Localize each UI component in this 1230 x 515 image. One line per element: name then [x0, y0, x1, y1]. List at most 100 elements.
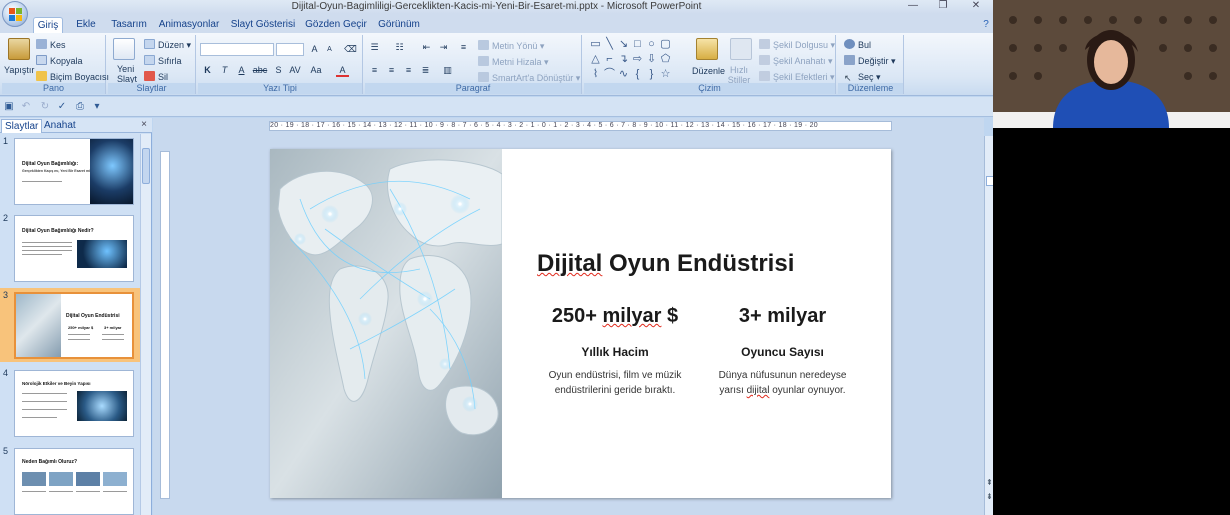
elbow-shape-icon[interactable]: ↴ — [617, 53, 630, 66]
italic-button[interactable]: T — [218, 64, 231, 77]
quick-styles-button[interactable]: Hızlı Stiller — [727, 65, 751, 85]
copy-button[interactable]: Kopyala — [36, 55, 83, 67]
slide-thumbnail-4[interactable]: 4 Nörolojik Etkiler ve Beyin Yapısı — [0, 366, 140, 440]
curve-shape-icon[interactable]: ⌇ — [589, 68, 602, 81]
redo-icon[interactable]: ↻ — [38, 100, 52, 114]
close-pane-icon[interactable]: × — [141, 119, 147, 130]
tab-ekle[interactable]: Ekle — [72, 17, 100, 33]
next-slide-icon[interactable]: ⇟ — [986, 492, 993, 501]
tab-outline[interactable]: Anahat — [41, 119, 79, 133]
text-direction-button[interactable]: Metin Yönü ▾ — [478, 40, 544, 52]
increase-indent-icon[interactable]: ⇥ — [437, 41, 450, 54]
arc-shape-icon[interactable]: ⌒ — [603, 68, 616, 81]
office-button[interactable] — [2, 1, 28, 27]
align-center-icon[interactable]: ≡ — [385, 64, 398, 77]
shape-effects-button[interactable]: Şekil Efektleri ▾ — [759, 71, 835, 83]
spelling-icon[interactable]: ✓ — [55, 100, 69, 114]
textbox-shape-icon[interactable]: ▭ — [589, 38, 602, 51]
stat-desc-annual-volume[interactable]: Oyun endüstrisi, film ve müzik endüstril… — [520, 368, 710, 398]
thumbnails-scrollbar[interactable] — [140, 134, 151, 515]
stat-desc-players[interactable]: Dünya nüfusunun neredeyse yarısı dijital… — [695, 368, 870, 398]
line-spacing-icon[interactable]: ≡ — [457, 41, 470, 54]
canvas-scrollbar[interactable]: ⇞ ⇟ — [984, 136, 993, 515]
change-case-button[interactable]: Aa — [308, 64, 324, 77]
world-map-image[interactable] — [270, 149, 502, 498]
pentagon-shape-icon[interactable]: ⬠ — [659, 53, 672, 66]
stat-number-players[interactable]: 3+ milyar — [710, 305, 855, 328]
tab-tasarim[interactable]: Tasarım — [108, 17, 150, 33]
customize-toolbar-icon[interactable]: ▾ — [90, 100, 104, 114]
arrow-line-shape-icon[interactable]: ↘ — [617, 38, 630, 51]
replace-button[interactable]: Değiştir ▾ — [844, 55, 896, 67]
slide-thumbnail-3[interactable]: 3 Dijital Oyun Endüstrisi 250+ milyar $ … — [0, 288, 140, 362]
tab-gorunum[interactable]: Görünüm — [376, 17, 422, 33]
minimize-button[interactable]: — — [898, 0, 928, 13]
brace-left-shape-icon[interactable]: { — [631, 68, 644, 81]
paste-button[interactable]: Yapıştır — [4, 64, 34, 76]
shape-outline-button[interactable]: Şekil Anahatı ▾ — [759, 55, 833, 67]
select-button[interactable]: ↖ Seç ▾ — [844, 71, 881, 83]
strikethrough-button[interactable]: abc — [252, 64, 268, 77]
tab-slayt-gosterisi[interactable]: Slayt Gösterisi — [230, 17, 296, 33]
connector-shape-icon[interactable]: ⌐ — [603, 53, 616, 66]
cut-button[interactable]: Kes — [36, 39, 66, 51]
tab-giris[interactable]: Giriş — [33, 17, 63, 33]
save-icon[interactable]: ▣ — [2, 100, 16, 114]
star-shape-icon[interactable]: ☆ — [659, 68, 672, 81]
scrollbar-thumb[interactable] — [986, 176, 993, 186]
font-family-combo[interactable] — [200, 43, 274, 56]
shadow-button[interactable]: S — [272, 64, 285, 77]
shrink-font-button[interactable]: A — [323, 43, 336, 56]
close-button[interactable]: ✕ — [961, 0, 991, 13]
find-button[interactable]: Bul — [844, 39, 871, 51]
print-preview-icon[interactable]: ⎙ — [73, 100, 87, 114]
rounded-rect-shape-icon[interactable]: ▢ — [659, 38, 672, 51]
slide-thumbnail-1[interactable]: 1 Dijital Oyun Bağımlılığı: Gerçeklikten… — [0, 134, 140, 208]
font-size-combo[interactable] — [276, 43, 304, 56]
stat-label-players[interactable]: Oyuncu Sayısı — [710, 345, 855, 359]
stat-label-annual-volume[interactable]: Yıllık Hacim — [535, 345, 695, 359]
format-painter-button[interactable]: Biçim Boyacısı — [36, 71, 109, 83]
bold-button[interactable]: K — [201, 64, 214, 77]
clear-format-icon[interactable]: ⌫ — [344, 43, 357, 56]
delete-slide-button[interactable]: Sil — [144, 71, 168, 83]
undo-icon[interactable]: ↶ — [19, 100, 33, 114]
triangle-shape-icon[interactable]: △ — [589, 53, 602, 66]
line-shape-icon[interactable]: ╲ — [603, 38, 616, 51]
tab-gozden-gecir[interactable]: Gözden Geçir — [305, 17, 367, 33]
right-arrow-shape-icon[interactable]: ⇨ — [631, 53, 644, 66]
freeform-shape-icon[interactable]: ∿ — [617, 68, 630, 81]
columns-icon[interactable]: ▥ — [441, 64, 454, 77]
decrease-indent-icon[interactable]: ⇤ — [420, 41, 433, 54]
tab-slides[interactable]: Slaytlar — [1, 119, 43, 133]
restore-button[interactable]: ❐ — [928, 0, 958, 13]
align-left-icon[interactable]: ≡ — [368, 64, 381, 77]
scrollbar-thumb[interactable] — [142, 148, 150, 184]
help-icon[interactable]: ? — [981, 17, 991, 33]
arrange-button[interactable]: Düzenle — [692, 65, 725, 77]
brace-right-shape-icon[interactable]: } — [645, 68, 658, 81]
justify-icon[interactable]: ≣ — [419, 64, 432, 77]
layout-button[interactable]: Düzen ▾ — [144, 39, 191, 51]
align-right-icon[interactable]: ≡ — [402, 64, 415, 77]
slide-thumbnail-2[interactable]: 2 Dijital Oyun Bağımlılığı Nedir? — [0, 211, 140, 285]
stat-number-annual-volume[interactable]: 250+ milyar $ — [535, 305, 695, 328]
shape-fill-button[interactable]: Şekil Dolgusu ▾ — [759, 39, 835, 51]
oval-shape-icon[interactable]: ○ — [645, 38, 658, 51]
rectangle-shape-icon[interactable]: □ — [631, 38, 644, 51]
prev-slide-icon[interactable]: ⇞ — [986, 478, 993, 487]
numbering-icon[interactable]: ☷ — [393, 41, 406, 54]
bullets-icon[interactable]: ☰ — [368, 41, 381, 54]
underline-button[interactable]: A — [235, 64, 248, 77]
align-text-button[interactable]: Metni Hizala ▾ — [478, 56, 549, 68]
font-color-button[interactable]: A — [336, 64, 349, 77]
char-spacing-button[interactable]: AV — [287, 64, 303, 77]
reset-button[interactable]: Sıfırla — [144, 55, 182, 67]
tab-animasyonlar[interactable]: Animasyonlar — [158, 17, 220, 33]
grow-font-button[interactable]: A — [308, 43, 321, 56]
down-arrow-shape-icon[interactable]: ⇩ — [645, 53, 658, 66]
new-slide-button[interactable]: Yeni Slayt — [117, 64, 137, 84]
slide-thumbnail-5[interactable]: 5 Neden Bağımlı Oluruz? — [0, 444, 140, 515]
slide-title[interactable]: Dijital Oyun Endüstrisi — [537, 250, 794, 278]
slide[interactable]: Dijital Oyun Endüstrisi 250+ milyar $ Yı… — [270, 149, 891, 498]
